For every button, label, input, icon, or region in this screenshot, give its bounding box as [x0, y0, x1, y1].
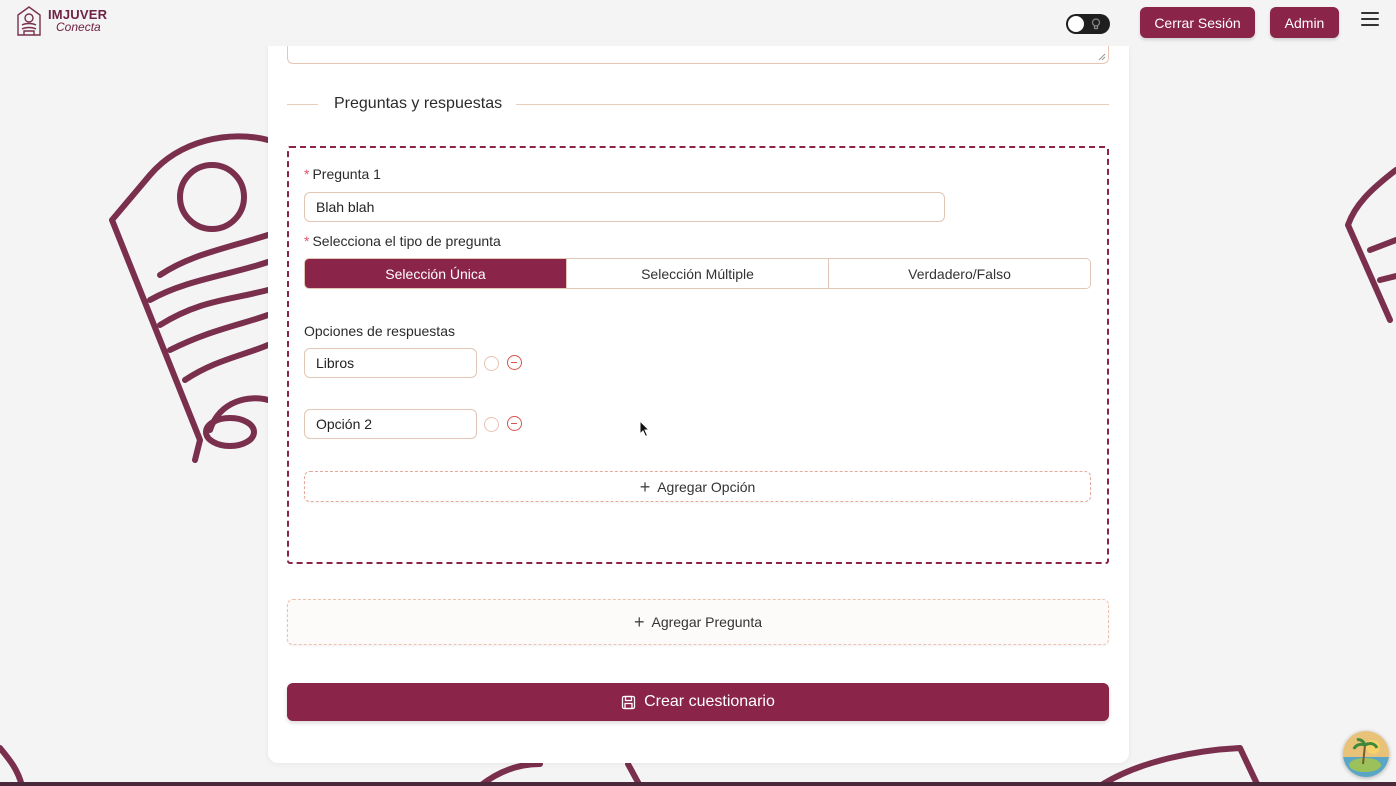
- bottom-strip: [0, 782, 1396, 786]
- section-title: Preguntas y respuestas: [334, 95, 503, 112]
- logo[interactable]: IMJUVER Conecta: [14, 4, 107, 38]
- logo-icon: [17, 6, 41, 36]
- description-textarea[interactable]: [287, 46, 1109, 64]
- theme-toggle[interactable]: [1066, 14, 1110, 34]
- create-quiz-button[interactable]: Crear cuestionario: [287, 683, 1109, 721]
- lightbulb-icon: [1089, 17, 1103, 31]
- required-marker: *: [304, 233, 310, 249]
- type-true-false[interactable]: Verdadero/Falso: [828, 259, 1090, 288]
- correct-answer-radio-1[interactable]: [484, 356, 499, 371]
- create-quiz-label: Crear cuestionario: [644, 693, 775, 710]
- add-question-label: Agregar Pregunta: [651, 614, 763, 630]
- add-option-button[interactable]: + Agregar Opción: [304, 471, 1091, 502]
- remove-option-icon[interactable]: [507, 355, 522, 370]
- type-single-choice[interactable]: Selección Única: [305, 259, 566, 288]
- plus-icon: +: [633, 612, 645, 632]
- question-label: * Pregunta 1: [304, 166, 381, 182]
- plus-icon: +: [639, 476, 651, 497]
- top-header: IMJUVER Conecta Cerrar Sesión Admin: [0, 0, 1396, 46]
- options-label: Opciones de respuestas: [304, 323, 455, 339]
- quiz-form-card: Preguntas y respuestas * Pregunta 1 Blah …: [268, 46, 1129, 763]
- question-card: * Pregunta 1 Blah blah * Selecciona el tip…: [287, 146, 1109, 564]
- type-multiple-choice[interactable]: Selección Múltiple: [566, 259, 828, 288]
- option-input-2[interactable]: Opción 2: [304, 409, 477, 439]
- mouse-cursor-icon: [639, 420, 651, 438]
- resize-grip-icon[interactable]: [1098, 53, 1106, 61]
- toggle-knob: [1068, 16, 1084, 32]
- save-icon: [621, 695, 636, 709]
- question-input[interactable]: Blah blah: [304, 192, 945, 222]
- question-type-label-text: Selecciona el tipo de pregunta: [312, 233, 501, 249]
- correct-answer-radio-2[interactable]: [484, 417, 499, 432]
- logo-subtitle: Conecta: [56, 20, 101, 34]
- question-label-text: Pregunta 1: [312, 166, 381, 182]
- required-marker: *: [304, 166, 310, 182]
- option-input-1[interactable]: Libros: [304, 348, 477, 378]
- section-divider-left: [287, 104, 318, 105]
- hamburger-menu-icon[interactable]: [1361, 12, 1379, 28]
- section-divider-right: [516, 104, 1109, 105]
- admin-button[interactable]: Admin: [1270, 7, 1339, 38]
- island-avatar-icon[interactable]: [1343, 731, 1389, 777]
- question-type-label: * Selecciona el tipo de pregunta: [304, 233, 501, 249]
- add-option-label: Agregar Opción: [657, 478, 756, 495]
- add-question-button[interactable]: + Agregar Pregunta: [287, 599, 1109, 645]
- logout-button[interactable]: Cerrar Sesión: [1140, 7, 1255, 38]
- remove-option-icon[interactable]: [507, 416, 522, 431]
- question-type-selector: Selección Única Selección Múltiple Verda…: [304, 258, 1091, 289]
